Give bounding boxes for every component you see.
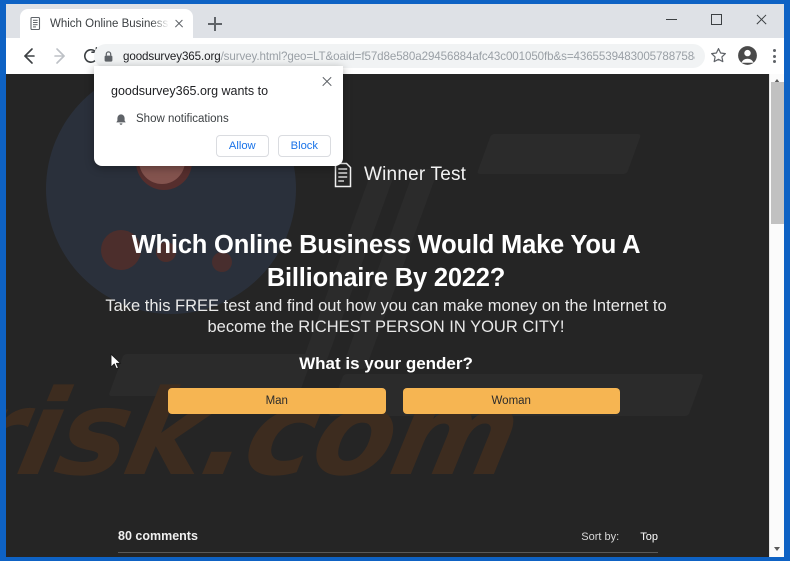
browser-menu-icon[interactable] (766, 46, 782, 66)
comments-sort-value[interactable]: Top (640, 531, 658, 543)
url-path: /survey.html?geo=LT&oaid=f57d8e580a29456… (220, 49, 695, 63)
window-close-button[interactable] (739, 4, 784, 34)
comments-section: 80 comments Sort by: Top (118, 529, 658, 557)
lock-icon (102, 50, 115, 63)
watermark-bar-1 (476, 134, 642, 174)
allow-button[interactable]: Allow (215, 135, 269, 157)
comments-count: 80 comments (118, 529, 198, 543)
page-title: Which Online Business Would Make You A B… (131, 231, 641, 292)
scrollbar-thumb[interactable] (771, 82, 784, 224)
page-subtitle: Take this FREE test and find out how you… (105, 296, 667, 337)
block-button[interactable]: Block (277, 135, 331, 157)
page-scrollbar[interactable] (769, 74, 784, 557)
forward-button[interactable] (49, 45, 71, 67)
permission-title: goodsurvey365.org wants to (111, 84, 269, 98)
permission-actions: Allow Block (215, 135, 331, 157)
comments-divider (118, 552, 658, 553)
url-text: goodsurvey365.org/survey.html?geo=LT&oai… (123, 50, 695, 63)
document-favicon-icon (28, 16, 43, 31)
back-button[interactable] (18, 45, 40, 67)
minimize-button[interactable] (649, 4, 694, 34)
bell-icon (114, 113, 128, 127)
scroll-down-arrow-icon[interactable] (770, 542, 784, 557)
profile-avatar-icon[interactable] (737, 45, 758, 66)
survey-question: What is your gender? (299, 354, 473, 373)
browser-tab[interactable]: Which Online Business Would M (20, 9, 193, 38)
permission-close-icon[interactable] (320, 74, 334, 88)
notification-permission-popup: goodsurvey365.org wants to Show notifica… (94, 66, 343, 166)
answer-button-woman[interactable]: Woman (402, 388, 620, 414)
browser-window: Which Online Business Would M (6, 4, 784, 557)
new-tab-button[interactable] (205, 14, 225, 34)
answer-button-man[interactable]: Man (168, 388, 386, 414)
back-arrow-icon (24, 48, 35, 64)
permission-option-label: Show notifications (136, 113, 229, 125)
forward-arrow-icon (54, 48, 65, 64)
maximize-button[interactable] (694, 4, 739, 34)
address-bar[interactable]: goodsurvey365.org/survey.html?geo=LT&oai… (94, 44, 705, 68)
url-domain: goodsurvey365.org (123, 49, 221, 63)
site-logo-text: Winner Test (364, 164, 467, 185)
site-logo: Winner Test (332, 162, 466, 188)
tab-title: Which Online Business Would M (50, 17, 169, 30)
window-controls (649, 4, 784, 34)
comments-header: 80 comments Sort by: Top (118, 529, 658, 543)
comments-sort: Sort by: Top (581, 531, 658, 543)
survey-answer-group: Man Woman (168, 388, 620, 414)
bookmark-star-icon[interactable] (709, 46, 728, 65)
tab-strip: Which Online Business Would M (6, 4, 784, 38)
tab-close-icon[interactable] (171, 16, 187, 32)
comments-sort-label: Sort by: (581, 531, 620, 543)
